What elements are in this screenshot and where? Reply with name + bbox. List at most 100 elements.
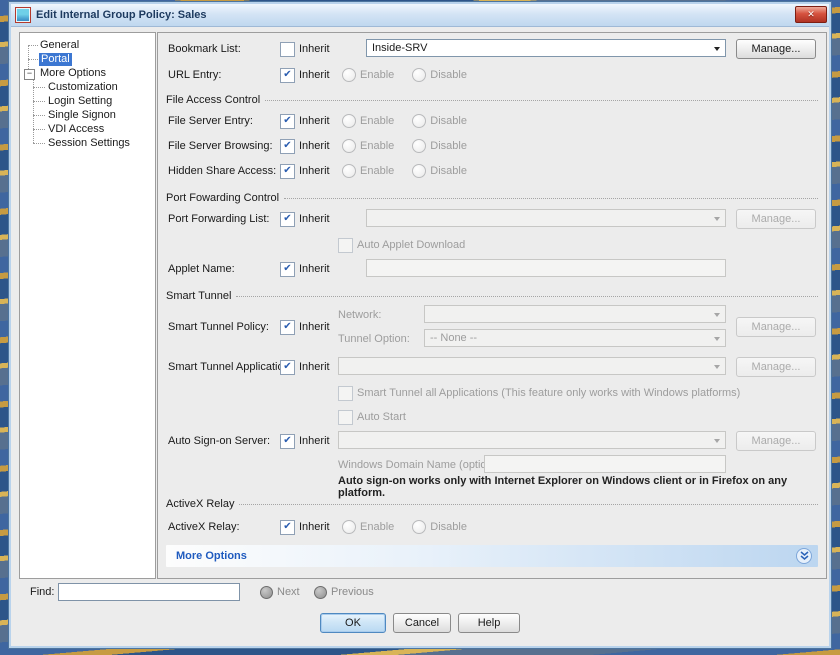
inherit-label: Inherit [299,140,330,152]
row-smart-tunnel-option: Tunnel Option: -- None -- [158,329,826,349]
bookmark-manage-button[interactable]: Manage... [736,39,816,59]
auto-signon-note: Auto sign-on works only with Internet Ex… [338,477,826,497]
inherit-label: Inherit [299,521,330,533]
file-server-browsing-enable-radio [342,139,356,153]
bookmark-list-dropdown[interactable]: Inside-SRV [366,39,726,57]
next-label: Next [277,586,300,598]
find-next-button[interactable]: Next [260,586,300,599]
url-entry-label: URL Entry: [168,65,221,85]
smart-tunnel-all-apps-checkbox [338,386,353,401]
applet-name-inherit-checkbox[interactable]: ✔ [280,262,295,277]
file-server-entry-label: File Server Entry: [168,111,253,131]
row-auto-applet-download: Auto Applet Download [158,235,826,255]
smart-tunnel-application-inherit-checkbox[interactable]: ✔ [280,360,295,375]
disable-label: Disable [430,115,467,127]
bookmark-inherit-checkbox[interactable] [280,42,295,57]
activex-relay-inherit-checkbox[interactable]: ✔ [280,520,295,535]
auto-signon-server-label: Auto Sign-on Server: [168,431,270,451]
row-port-forwarding-list: Port Forwarding List: ✔ Inherit Manage..… [158,209,826,229]
activex-relay-disable-radio [412,520,426,534]
hidden-share-access-inherit-checkbox[interactable]: ✔ [280,164,295,179]
tree-item-general[interactable]: General [40,39,79,52]
check-icon: ✔ [283,141,291,151]
tree-item-single-signon[interactable]: Single Signon [48,109,116,122]
disable-label: Disable [430,165,467,177]
file-server-browsing-inherit-checkbox[interactable]: ✔ [280,139,295,154]
tree-connector [33,143,45,144]
enable-label: Enable [360,69,394,81]
tree-connector [33,115,45,116]
url-entry-inherit-checkbox[interactable]: ✔ [280,68,295,83]
help-button[interactable]: Help [458,613,520,633]
section-activex-relay: ActiveX Relay [166,497,818,511]
inherit-label: Inherit [299,213,330,225]
row-smart-tunnel-all-apps: Smart Tunnel all Applications (This feat… [158,383,826,403]
port-forwarding-manage-button: Manage... [736,209,816,229]
enable-label: Enable [360,165,394,177]
section-label: File Access Control [166,94,260,106]
find-input[interactable] [58,583,240,601]
section-file-access-control: File Access Control [166,93,818,107]
activex-relay-label: ActiveX Relay: [168,517,240,537]
tree-connector [33,101,45,102]
section-label: Port Fowarding Control [166,192,279,204]
section-label: Smart Tunnel [166,290,231,302]
portal-settings-panel: Bookmark List: Inherit Inside-SRV Manage… [157,32,827,579]
inherit-label: Inherit [299,435,330,447]
row-windows-domain-name: Windows Domain Name (optional): [158,455,826,475]
tree-connector [28,45,29,69]
enable-label: Enable [360,140,394,152]
row-bookmark-list: Bookmark List: Inherit Inside-SRV Manage… [158,39,826,59]
url-entry-disable-radio [412,68,426,82]
auto-applet-download-label: Auto Applet Download [357,239,465,251]
section-label: ActiveX Relay [166,498,234,510]
find-previous-button[interactable]: Previous [314,586,374,599]
auto-signon-server-dropdown [338,431,726,449]
more-options-expander-bar[interactable]: More Options [166,545,818,567]
file-server-entry-inherit-checkbox[interactable]: ✔ [280,114,295,129]
dialog-buttons: OK Cancel Help [9,613,831,633]
find-bar: Find: Next Previous [12,580,828,604]
inherit-label: Inherit [299,69,330,81]
inherit-label: Inherit [299,115,330,127]
check-icon: ✔ [283,264,291,274]
row-auto-signon-note: Auto sign-on works only with Internet Ex… [158,477,826,497]
tree-item-vdi-access[interactable]: VDI Access [48,123,104,136]
file-server-entry-enable-radio [342,114,356,128]
cancel-button[interactable]: Cancel [393,613,451,633]
more-options-label: More Options [176,550,247,562]
tree-connector [33,129,45,130]
tree-item-more-options[interactable]: More Options [40,67,106,80]
tunnel-option-dropdown: -- None -- [424,329,726,347]
chevron-double-down-icon[interactable] [796,548,812,564]
row-url-entry: URL Entry: ✔ Inherit Enable Disable [158,65,826,85]
row-hidden-share-access: Hidden Share Access: ✔ Inherit Enable Di… [158,161,826,181]
inherit-label: Inherit [299,165,330,177]
row-smart-tunnel-application: Smart Tunnel Application: ✔ Inherit Mana… [158,357,826,377]
dropdown-arrow-icon [714,47,720,51]
tree-connector [28,45,38,46]
dropdown-arrow-icon [714,337,720,341]
bookmark-list-label: Bookmark List: [168,39,241,59]
row-auto-signon-server: Auto Sign-on Server: ✔ Inherit Manage... [158,431,826,451]
port-forwarding-inherit-checkbox[interactable]: ✔ [280,212,295,227]
tree-item-session-settings[interactable]: Session Settings [48,137,130,150]
tree-item-portal[interactable]: Portal [39,53,72,66]
dialog-title: Edit Internal Group Policy: Sales [36,9,207,21]
tree-item-login-setting[interactable]: Login Setting [48,95,112,108]
windows-domain-name-input [484,455,726,473]
close-button[interactable]: ✕ [795,6,827,23]
ok-button[interactable]: OK [320,613,386,633]
inherit-label: Inherit [299,361,330,373]
dropdown-arrow-icon [714,439,720,443]
check-icon: ✔ [283,166,291,176]
auto-signon-inherit-checkbox[interactable]: ✔ [280,434,295,449]
check-icon: ✔ [283,214,291,224]
close-icon: ✕ [807,9,815,20]
tree-connector [28,59,38,60]
smart-tunnel-application-label: Smart Tunnel Application: [168,357,293,377]
edit-group-policy-dialog: Edit Internal Group Policy: Sales ✕ − Ge… [8,1,832,649]
tree-expander-icon[interactable]: − [24,69,35,80]
file-server-entry-disable-radio [412,114,426,128]
tree-item-customization[interactable]: Customization [48,81,118,94]
